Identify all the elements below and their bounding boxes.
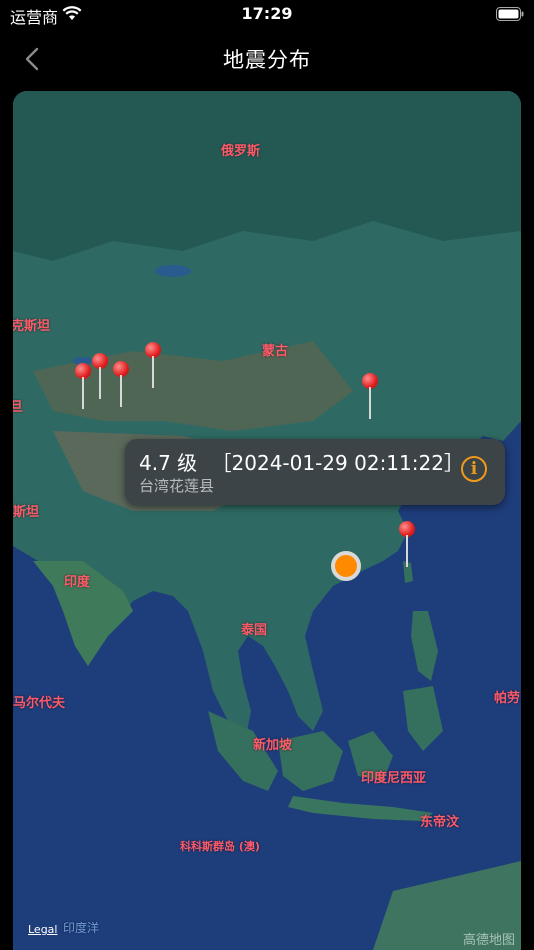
location-text: 台湾花莲县 — [139, 477, 215, 495]
label-pakistan: 斯坦 — [13, 505, 40, 520]
pin-stem — [406, 535, 408, 567]
label-thailand: 泰国 — [241, 623, 268, 638]
label-maldives: 马尔代夫 — [13, 696, 66, 711]
amap-watermark: 高德地图 — [462, 933, 515, 948]
magnitude-text: 4.7 级 — [139, 451, 198, 475]
status-bar: 运营商 17:29 — [0, 0, 534, 30]
pin-stem — [369, 387, 371, 419]
legal-link[interactable]: Legal — [28, 923, 57, 936]
map-view[interactable]: 俄罗斯 克斯坦 蒙古 旦 斯坦 印度 泰国 马尔代夫 新加坡 印度尼西亚 东帝汶… — [13, 91, 521, 950]
label-singapore: 新加坡 — [253, 738, 293, 753]
navigation-bar: 地震分布 — [0, 36, 534, 82]
battery-icon — [496, 6, 524, 25]
label-india: 印度 — [64, 575, 91, 590]
earthquake-pin[interactable] — [91, 353, 109, 399]
clock: 17:29 — [241, 4, 293, 23]
earthquake-pin-selected[interactable] — [398, 521, 416, 567]
label-kazakhstan: 克斯坦 — [13, 319, 51, 334]
earthquake-pin[interactable] — [112, 361, 130, 407]
earthquake-pin[interactable] — [74, 363, 92, 409]
label-russia: 俄罗斯 — [221, 144, 261, 159]
pin-stem — [120, 375, 122, 407]
label-cocos-islands: 科科斯群岛 (澳) — [180, 840, 260, 853]
earthquake-callout[interactable]: 4.7 级 ［2024-01-29 02:11:22］ 台湾花莲县 i — [125, 439, 505, 505]
info-icon[interactable]: i — [461, 456, 487, 482]
pin-stem — [152, 356, 154, 388]
label-stan-left: 旦 — [13, 400, 24, 415]
pin-stem — [82, 377, 84, 409]
label-mongolia: 蒙古 — [262, 344, 289, 359]
datetime-text: ［2024-01-29 02:11:22］ — [211, 451, 464, 475]
earthquake-pin[interactable] — [361, 373, 379, 419]
earthquake-pin[interactable] — [144, 342, 162, 388]
pin-stem — [99, 367, 101, 399]
page-title: 地震分布 — [223, 48, 311, 72]
callout-headline: 4.7 级 ［2024-01-29 02:11:22］ — [139, 447, 464, 476]
location-marker[interactable] — [331, 551, 361, 581]
label-palau: 帕劳 — [494, 691, 521, 706]
label-indian-ocean: 印度洋 — [63, 921, 100, 935]
label-indonesia: 印度尼西亚 — [361, 771, 427, 786]
label-east-timor: 东帝汶 — [420, 815, 460, 830]
